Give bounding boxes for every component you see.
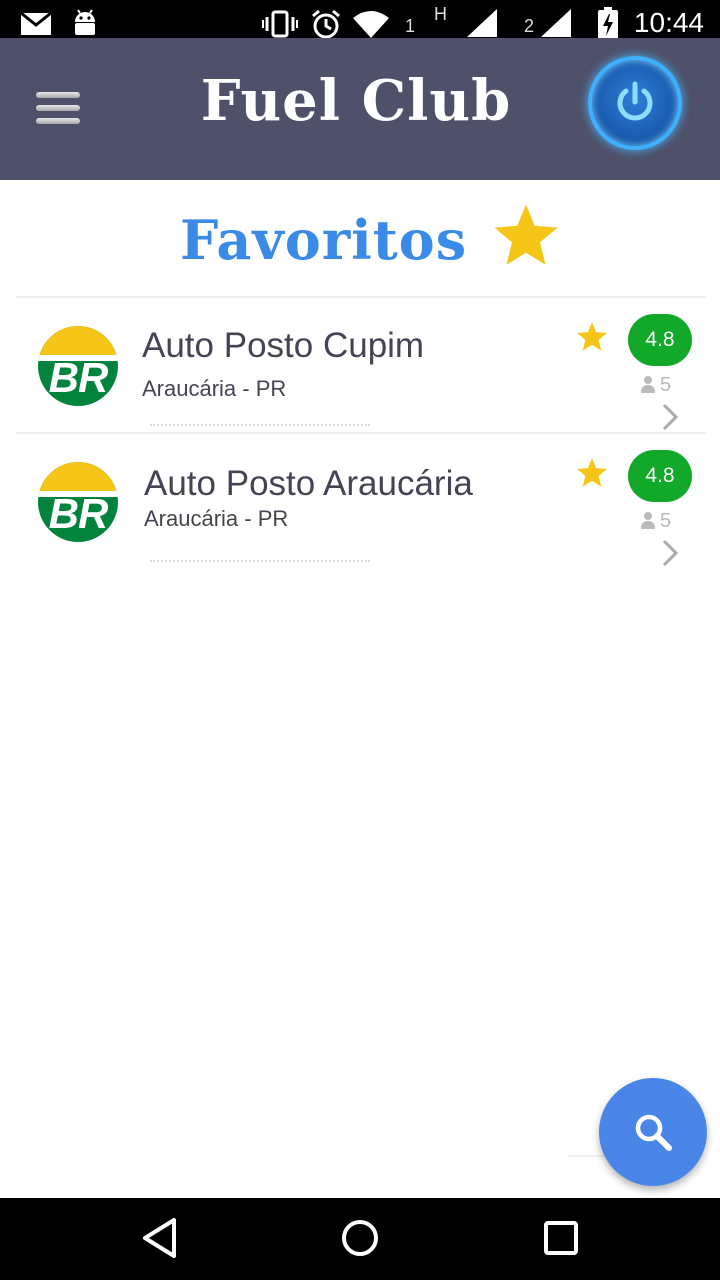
android-icon [75,9,95,35]
rating-badge: 4.8 [628,314,692,366]
wifi-icon [353,11,389,38]
user-icon [641,512,655,529]
battery-charging-icon [598,7,618,39]
app-bar: Fuel Club [0,38,720,180]
rating-badge: 4.8 [628,450,692,502]
back-icon[interactable] [140,1216,180,1260]
divider [150,560,370,564]
navigation-bar [0,1198,720,1280]
power-button[interactable] [588,56,682,150]
station-location: Araucária - PR [142,376,287,401]
chevron-right-icon[interactable] [660,538,680,568]
station-name: Auto Posto Araucária [144,464,473,503]
divider [150,424,370,428]
section-title: Favoritos [180,208,468,272]
recents-icon[interactable] [542,1216,582,1260]
network-type-label: H [434,4,447,24]
review-count: 5 [640,510,671,533]
station-name: Auto Posto Cupim [142,326,425,365]
mail-icon [20,12,52,35]
br-logo: BR [38,326,118,406]
signal-icon [541,9,571,37]
list-item[interactable]: BR Auto Posto Araucária Araucária - PR 4… [0,434,720,568]
vibrate-icon [262,10,298,38]
signal-icon [467,9,497,37]
sim1-label: 1 [405,16,416,36]
star-icon [494,204,558,265]
divider [568,1155,608,1157]
review-count: 5 [640,374,671,397]
list-item[interactable]: BR Auto Posto Cupim Araucária - PR 4.8 5 [0,298,720,432]
favorite-star-icon[interactable] [575,456,609,490]
sim2-label: 2 [524,16,535,36]
power-icon [617,81,653,121]
favorite-star-icon[interactable] [575,320,609,354]
search-icon [635,1114,672,1151]
search-button[interactable] [599,1078,707,1186]
home-icon[interactable] [340,1216,380,1260]
user-icon [641,376,655,393]
br-logo: BR [38,462,118,542]
alarm-icon [312,9,340,39]
clock: 10:44 [633,7,704,38]
station-location: Araucária - PR [144,506,289,531]
chevron-right-icon[interactable] [660,402,680,432]
